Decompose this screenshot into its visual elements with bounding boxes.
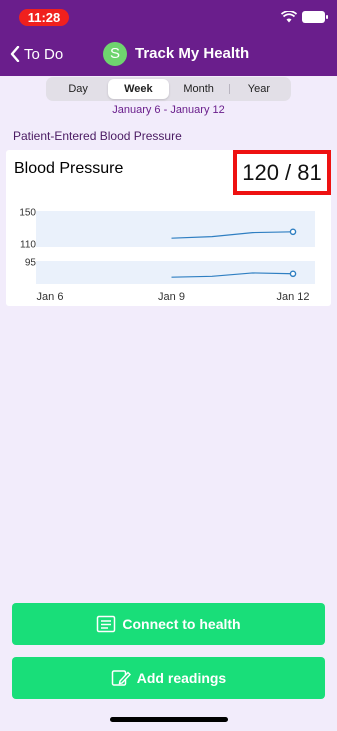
wifi-icon — [281, 11, 297, 23]
y-tick-label: 150 — [19, 208, 36, 219]
tab-month[interactable]: Month — [169, 79, 229, 99]
connect-label: Connect to health — [122, 616, 241, 632]
status-time: 11:28 — [19, 9, 69, 26]
tab-day[interactable]: Day — [48, 79, 108, 99]
home-indicator — [110, 717, 228, 722]
x-tick-label: Jan 6 — [37, 291, 64, 303]
tab-week[interactable]: Week — [108, 79, 169, 99]
y-tick-label: 110 — [20, 240, 36, 251]
tab-year[interactable]: Year — [228, 79, 289, 99]
x-tick-label: Jan 9 — [158, 291, 185, 303]
chevron-left-icon — [10, 46, 20, 62]
status-icons — [281, 10, 328, 24]
latest-reading: 120 / 81 — [233, 150, 331, 195]
card-title: Blood Pressure — [14, 160, 124, 177]
note-edit-icon — [111, 670, 131, 686]
back-button[interactable]: To Do — [10, 44, 63, 64]
blood-pressure-card[interactable]: 150 110 95 Jan 6 Jan 9 Jan 12 Blood Pressure … — [6, 150, 331, 306]
app-avatar: S — [103, 42, 127, 66]
period-segmented-control: Day Week Month Year — [46, 77, 291, 101]
chart-band-diastolic — [36, 261, 315, 284]
add-readings-button[interactable]: Add readings — [12, 657, 325, 699]
x-tick-label: Jan 12 — [276, 291, 309, 303]
date-range: January 6 - January 12 — [112, 104, 225, 116]
document-list-icon — [97, 615, 116, 633]
latest-point-diastolic — [289, 270, 297, 278]
battery-icon — [302, 11, 328, 23]
header-bar: 11:28 To Do S Track My Health — [0, 0, 337, 76]
page-title: Track My Health — [135, 45, 250, 62]
chart-band-systolic — [36, 211, 315, 247]
latest-point-systolic — [289, 228, 297, 236]
connect-to-health-button[interactable]: Connect to health — [12, 603, 325, 645]
reading-value: 120 / 81 — [242, 159, 322, 185]
section-title: Patient-Entered Blood Pressure — [13, 129, 182, 143]
add-readings-label: Add readings — [136, 670, 227, 686]
back-label: To Do — [24, 45, 64, 63]
y-tick-label: 95 — [25, 258, 37, 269]
